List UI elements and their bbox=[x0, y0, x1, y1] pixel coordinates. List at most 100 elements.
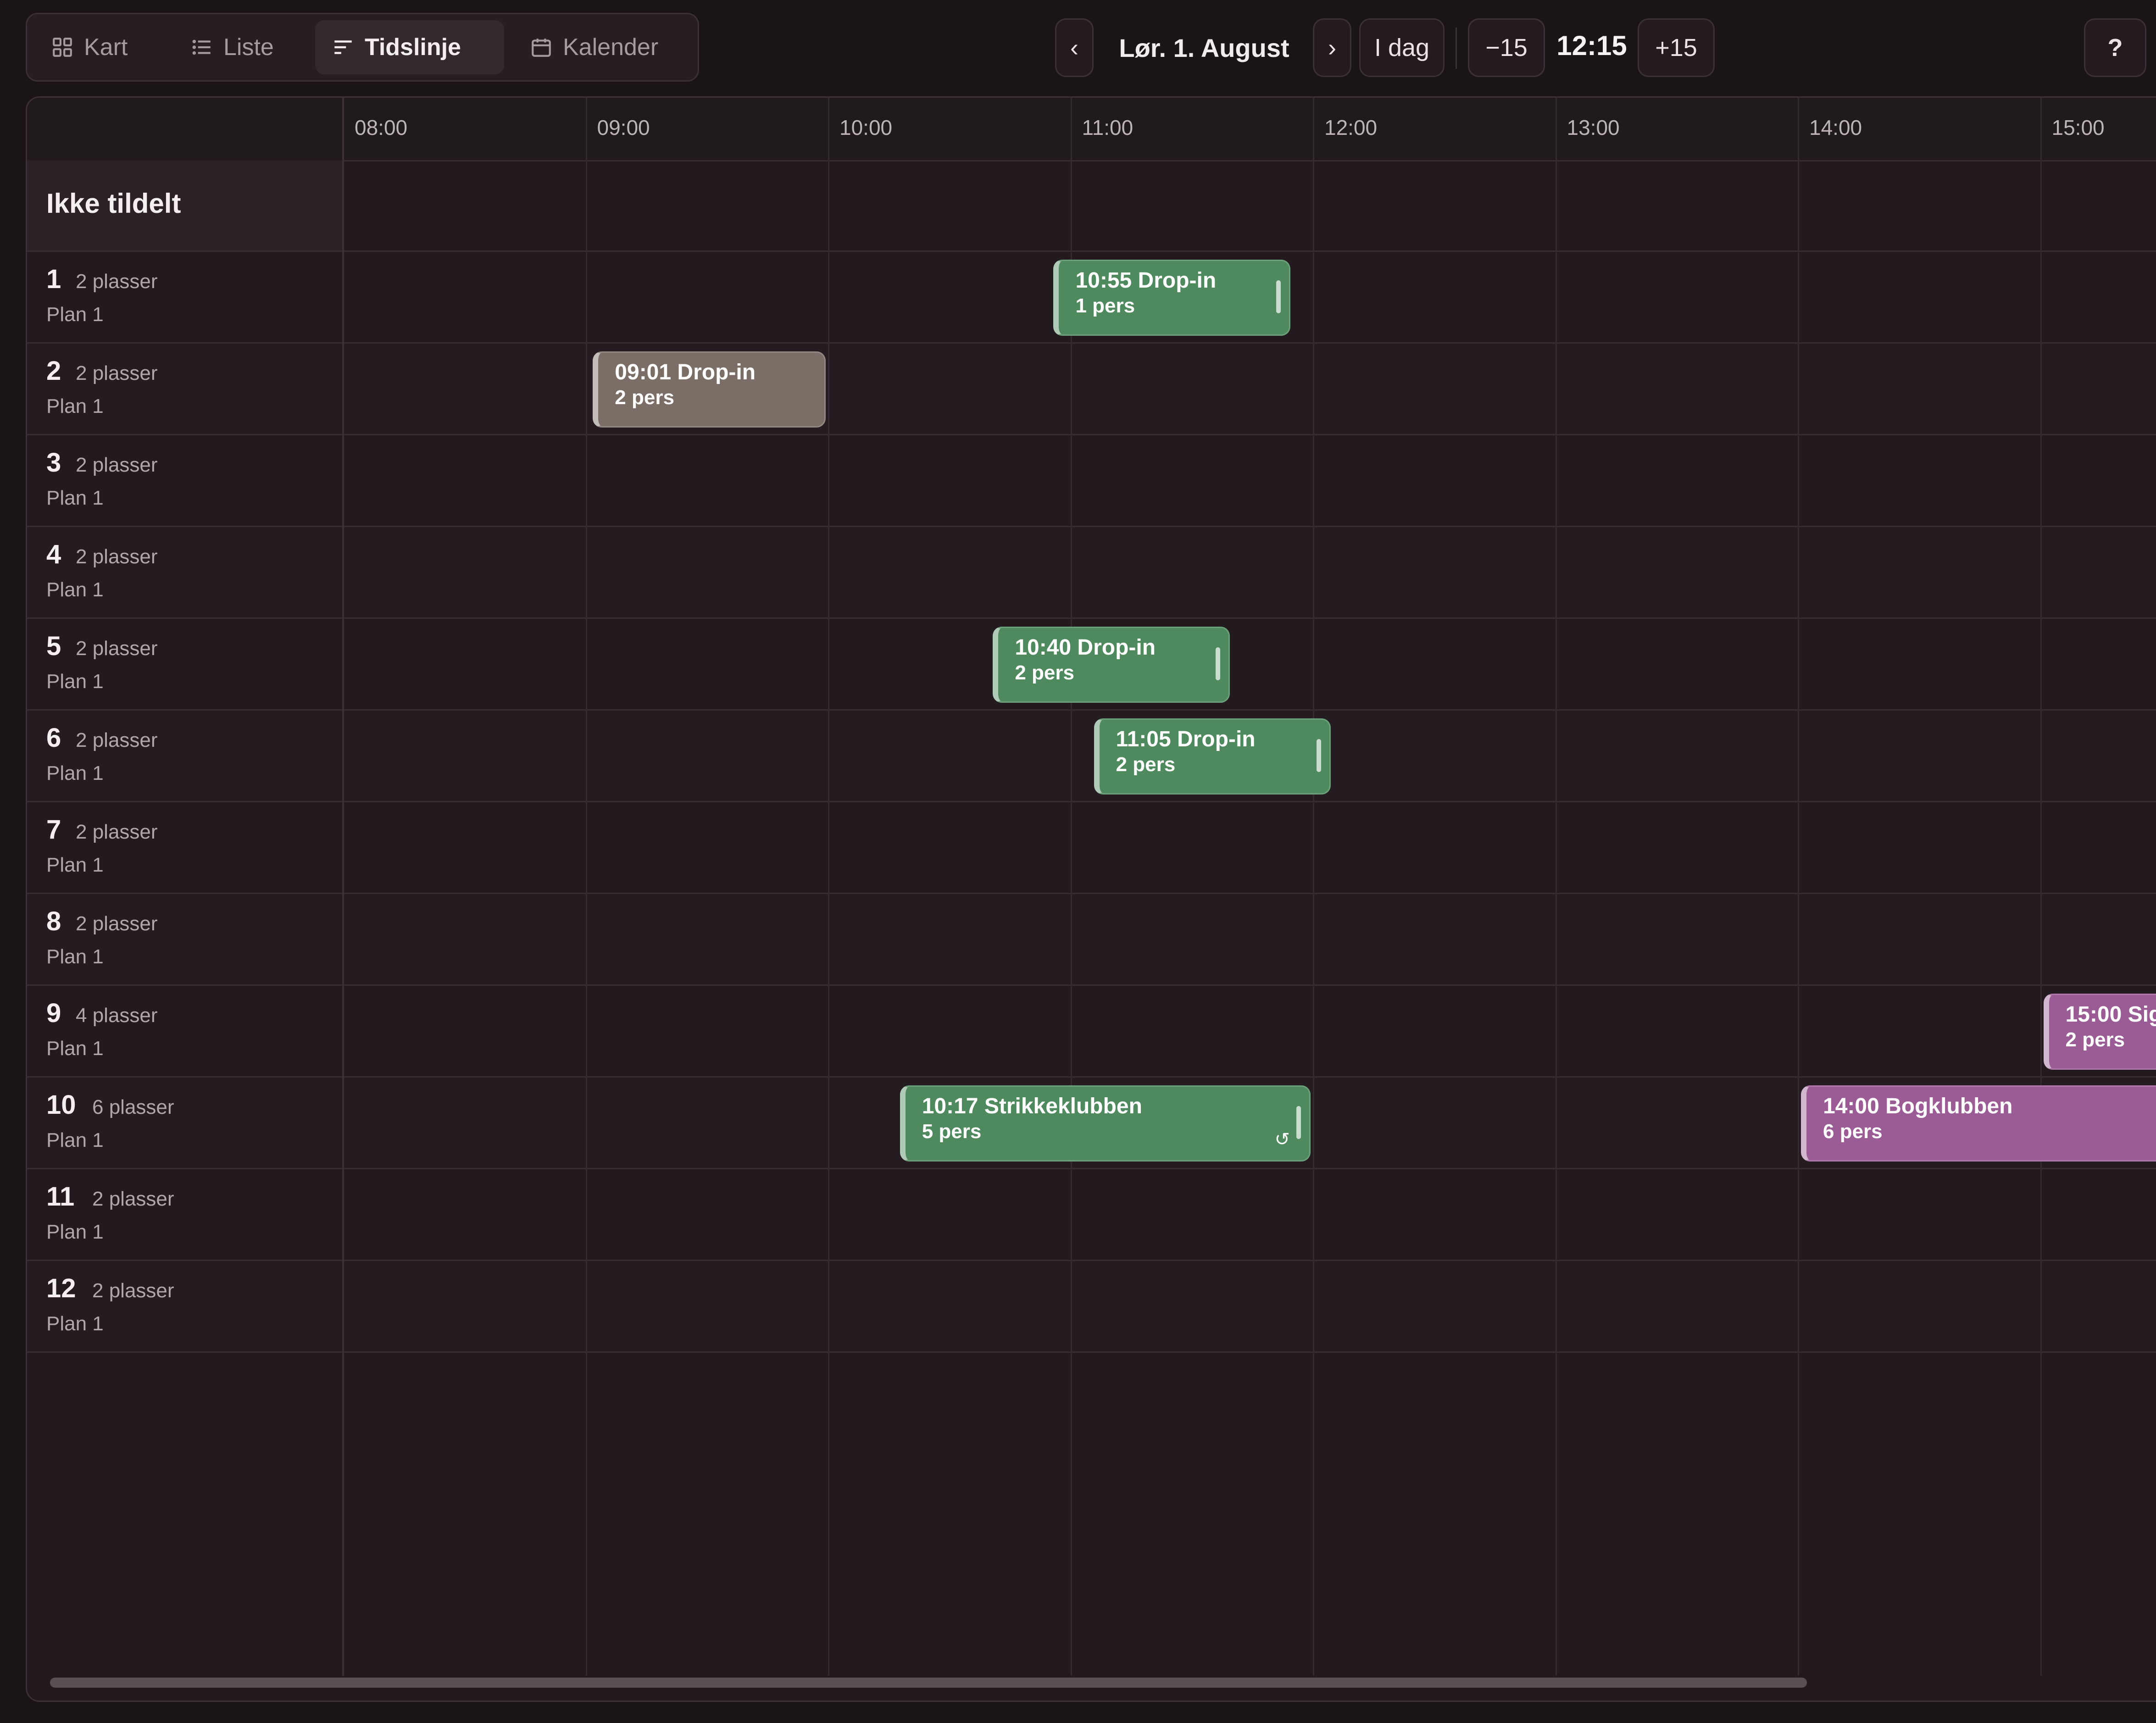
tab-label: Liste bbox=[223, 34, 274, 61]
row-label: 7 2 plasser Plan 1 bbox=[27, 802, 342, 893]
table-capacity: 2 plasser bbox=[76, 362, 158, 384]
booking-guests: 2 pers bbox=[1116, 753, 1176, 776]
resize-handle[interactable] bbox=[1296, 1106, 1301, 1139]
table-row[interactable]: 8 2 plasser Plan 1 bbox=[27, 894, 2156, 986]
table-row[interactable]: 4 2 plasser Plan 1 bbox=[27, 527, 2156, 619]
hour-gridline bbox=[1798, 98, 1799, 1676]
table-number: 7 bbox=[46, 815, 61, 845]
booking-title: 10:17 Strikkeklubben bbox=[922, 1094, 1142, 1118]
table-capacity: 2 plasser bbox=[76, 912, 158, 935]
row-unassigned[interactable]: Ikke tildelt bbox=[27, 160, 2156, 252]
table-capacity: 4 plasser bbox=[76, 1004, 158, 1027]
table-capacity: 2 plasser bbox=[76, 821, 158, 843]
booking-guests: 2 pers bbox=[615, 386, 674, 409]
next-day-button[interactable]: › bbox=[1313, 18, 1351, 77]
table-plan: Plan 1 bbox=[46, 303, 104, 326]
row-label: 5 2 plasser Plan 1 bbox=[27, 619, 342, 709]
table-plan: Plan 1 bbox=[46, 945, 104, 968]
hour-gridline bbox=[1555, 98, 1557, 1676]
calendar-icon bbox=[532, 39, 551, 57]
table-capacity: 2 plasser bbox=[76, 545, 158, 568]
booking-guests: 2 pers bbox=[1015, 661, 1074, 684]
tab-liste[interactable]: Liste bbox=[174, 20, 290, 74]
booking-guests: 5 pers bbox=[922, 1120, 982, 1143]
row-label: 8 2 plasser Plan 1 bbox=[27, 894, 342, 984]
hour-gridline bbox=[1313, 98, 1314, 1676]
today-button[interactable]: I dag bbox=[1359, 18, 1445, 77]
table-row[interactable]: 3 2 plasser Plan 1 bbox=[27, 435, 2156, 527]
table-number: 8 bbox=[46, 906, 61, 936]
booking-card[interactable]: 09:01 Drop-in 2 pers bbox=[593, 351, 826, 428]
table-plan: Plan 1 bbox=[46, 670, 104, 693]
prev-day-button[interactable]: ‹ bbox=[1055, 18, 1094, 77]
table-number: 3 bbox=[46, 448, 61, 478]
row-label: 1 2 plasser Plan 1 bbox=[27, 252, 342, 342]
timeline-icon bbox=[334, 40, 352, 54]
help-button[interactable]: ? bbox=[2084, 18, 2146, 77]
booking-guests: 2 pers bbox=[2065, 1028, 2125, 1051]
table-row[interactable]: 7 2 plasser Plan 1 bbox=[27, 802, 2156, 894]
hour-label: 13:00 bbox=[1567, 116, 1620, 139]
divider bbox=[1456, 28, 1457, 69]
booking-title: 10:40 Drop-in bbox=[1015, 635, 1156, 660]
booking-card[interactable]: 10:55 Drop-in 1 pers bbox=[1053, 260, 1290, 336]
table-row[interactable]: 9 4 plasser Plan 1 bbox=[27, 986, 2156, 1078]
row-label: 12 2 plasser Plan 1 bbox=[27, 1261, 342, 1351]
booking-title: 15:00 Sig bbox=[2065, 1002, 2156, 1027]
hour-gridline bbox=[2040, 98, 2042, 1676]
booking-card[interactable]: 14:00 Bogklubben 6 pers bbox=[1801, 1085, 2156, 1162]
tab-label: Kalender bbox=[563, 34, 659, 61]
booking-card[interactable]: 15:00 Sig 2 pers bbox=[2043, 994, 2156, 1070]
row-label: 2 2 plasser Plan 1 bbox=[27, 344, 342, 434]
table-capacity: 2 plasser bbox=[76, 729, 158, 751]
table-number: 9 bbox=[46, 998, 61, 1028]
recurring-icon: ↺ bbox=[1274, 1129, 1290, 1150]
booking-guests: 6 pers bbox=[1823, 1120, 1883, 1143]
grid-icon bbox=[53, 38, 72, 57]
minus-15-button[interactable]: −15 bbox=[1468, 18, 1545, 77]
table-number: 1 bbox=[46, 264, 61, 294]
booking-card[interactable]: 10:40 Drop-in 2 pers bbox=[993, 627, 1230, 703]
table-plan: Plan 1 bbox=[46, 1312, 104, 1335]
plus-15-button[interactable]: +15 bbox=[1638, 18, 1715, 77]
hour-label: 10:00 bbox=[839, 116, 893, 139]
table-number: 2 bbox=[46, 356, 61, 386]
booking-title: 09:01 Drop-in bbox=[615, 360, 756, 384]
list-icon bbox=[192, 39, 211, 55]
resize-handle[interactable] bbox=[1276, 280, 1281, 313]
view-switcher: Kart Liste Tidslinje Kalender bbox=[26, 13, 699, 82]
table-capacity: 2 plasser bbox=[92, 1188, 174, 1210]
table-row[interactable]: 6 2 plasser Plan 1 bbox=[27, 711, 2156, 802]
unassigned-label: Ikke tildelt bbox=[46, 188, 181, 219]
table-row[interactable]: 11 2 plasser Plan 1 bbox=[27, 1169, 2156, 1261]
table-capacity: 2 plasser bbox=[76, 270, 158, 293]
chevron-right-icon: › bbox=[1328, 34, 1336, 61]
tab-kalender[interactable]: Kalender bbox=[513, 20, 675, 74]
resize-handle[interactable] bbox=[1215, 647, 1220, 680]
hour-label: 15:00 bbox=[2051, 116, 2105, 139]
table-row[interactable]: 12 2 plasser Plan 1 bbox=[27, 1261, 2156, 1353]
table-plan: Plan 1 bbox=[46, 1129, 104, 1151]
table-capacity: 2 plasser bbox=[76, 637, 158, 660]
hour-gridline bbox=[828, 98, 829, 1676]
tab-label: Tidslinje bbox=[365, 34, 461, 61]
row-label: 10 6 plasser Plan 1 bbox=[27, 1078, 342, 1168]
row-label: 6 2 plasser Plan 1 bbox=[27, 711, 342, 801]
booking-card[interactable]: 11:05 Drop-in 2 pers bbox=[1094, 718, 1331, 795]
tab-tidslinje[interactable]: Tidslinje bbox=[315, 20, 504, 74]
chevron-left-icon: ‹ bbox=[1070, 34, 1078, 61]
table-number: 5 bbox=[46, 631, 61, 661]
current-date: Lør. 1. August bbox=[1119, 33, 1289, 62]
horizontal-scrollbar[interactable] bbox=[50, 1678, 1807, 1688]
hour-label: 09:00 bbox=[597, 116, 650, 139]
table-plan: Plan 1 bbox=[46, 395, 104, 417]
table-row[interactable]: 2 2 plasser Plan 1 bbox=[27, 344, 2156, 435]
table-plan: Plan 1 bbox=[46, 487, 104, 509]
resize-handle[interactable] bbox=[1317, 739, 1322, 772]
table-number: 11 bbox=[46, 1182, 75, 1212]
tab-kart[interactable]: Kart bbox=[34, 20, 144, 74]
top-bar: Kart Liste Tidslinje Kalender ‹ Lør. 1. … bbox=[0, 0, 2156, 92]
booking-card[interactable]: 10:17 Strikkeklubben 5 pers ↺ bbox=[900, 1085, 1311, 1162]
row-label: Ikke tildelt bbox=[27, 160, 342, 250]
booking-guests: 1 pers bbox=[1075, 295, 1135, 317]
